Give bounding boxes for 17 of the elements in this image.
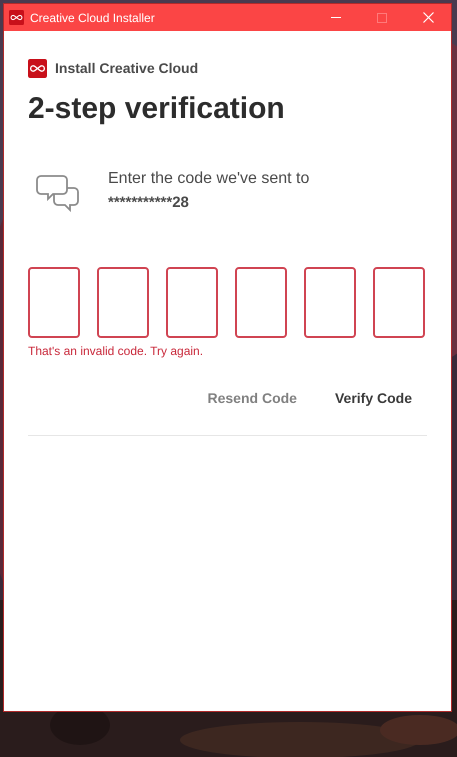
minimize-icon xyxy=(331,17,341,18)
close-icon xyxy=(422,12,434,23)
logo-icon xyxy=(28,59,47,78)
code-digit-field[interactable] xyxy=(373,267,425,338)
app-name: Install Creative Cloud xyxy=(55,59,198,78)
app-icon xyxy=(9,10,24,25)
page-title: 2-step verification xyxy=(28,91,286,127)
masked-phone-number: ***********28 xyxy=(108,193,190,213)
code-digit-field[interactable] xyxy=(304,267,356,338)
error-message: That's an invalid code. Try again. xyxy=(28,343,204,360)
code-digit-field[interactable] xyxy=(97,267,149,338)
code-digit-field[interactable] xyxy=(166,267,218,338)
window-title: Creative Cloud Installer xyxy=(30,10,155,26)
code-digit-field[interactable] xyxy=(235,267,287,338)
verify-code-button[interactable]: Verify Code xyxy=(330,386,417,411)
code-digit-field[interactable] xyxy=(28,267,80,338)
instruction-text: Enter the code we've sent to xyxy=(108,169,310,189)
